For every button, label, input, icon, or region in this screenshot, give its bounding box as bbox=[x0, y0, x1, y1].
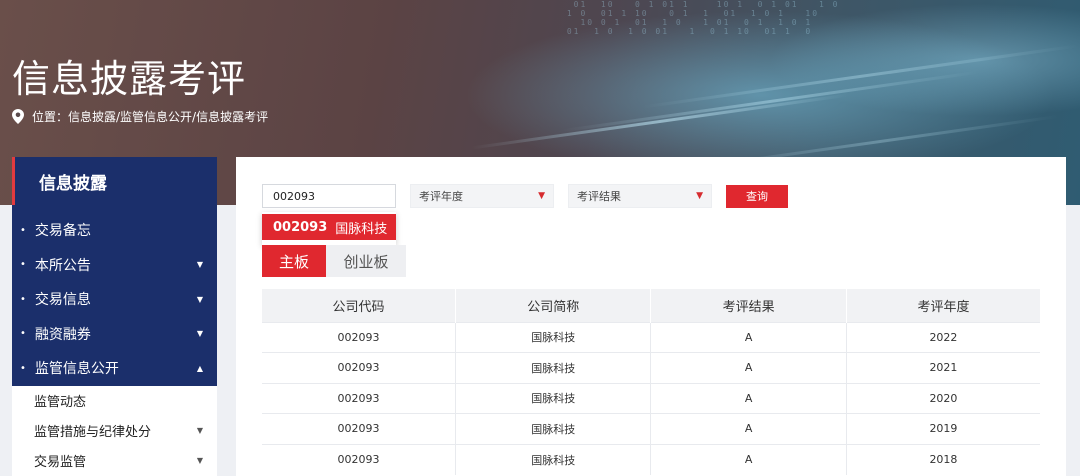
chevron-down-icon: ▼ bbox=[196, 426, 203, 435]
sidebar-item-label: 交易备忘 bbox=[34, 223, 91, 240]
table-cell: 2020 bbox=[846, 382, 1040, 414]
table-cell: A bbox=[650, 352, 847, 383]
sidebar-subitem-trading-supervision[interactable]: 交易监管 ▼ bbox=[12, 446, 217, 476]
table-cell: 国脉科技 bbox=[455, 352, 652, 383]
table-cell: 2021 bbox=[846, 352, 1040, 383]
option-code: 002093 bbox=[273, 219, 328, 235]
sidebar-subitem-regulatory-news[interactable]: 监管动态 bbox=[12, 386, 217, 416]
table-cell: A bbox=[650, 382, 847, 414]
sidebar-item-trading-info[interactable]: • 交易信息 ▼ bbox=[12, 282, 217, 317]
table-row: 002093 国脉科技 A 2019 bbox=[262, 413, 1040, 444]
table-cell: A bbox=[650, 321, 847, 353]
sidebar-item-label: 融资融券 bbox=[34, 326, 91, 343]
sidebar-item-label: 本所公告 bbox=[34, 257, 91, 274]
table-cell: 2018 bbox=[846, 443, 1040, 475]
table-row: 002093 国脉科技 A 2021 bbox=[262, 352, 1040, 383]
table-cell: 国脉科技 bbox=[455, 321, 652, 353]
table-cell: 国脉科技 bbox=[455, 443, 652, 475]
sidebar-item-trading-memo[interactable]: • 交易备忘 bbox=[12, 213, 217, 248]
sidebar-item-label: 监管信息公开 bbox=[34, 361, 119, 378]
autocomplete-dropdown: 002093 国脉科技 bbox=[262, 212, 396, 245]
breadcrumb: 位置：信息披露/监管信息公开/信息披露考评 bbox=[12, 108, 268, 125]
breadcrumb-path[interactable]: 信息披露/监管信息公开/信息披露考评 bbox=[68, 110, 268, 124]
query-button[interactable]: 查询 bbox=[726, 184, 788, 208]
chevron-down-icon: ▼ bbox=[196, 456, 203, 465]
result-select[interactable]: 考评结果 ▼ bbox=[568, 184, 712, 208]
table-header-row: 公司代码 公司简称 考评结果 考评年度 bbox=[262, 289, 1040, 322]
sidebar-item-margin-trading[interactable]: • 融资融券 ▼ bbox=[12, 317, 217, 352]
filter-bar: 002093 考评年度 ▼ 考评结果 ▼ 查询 bbox=[262, 184, 788, 208]
page-title: 信息披露考评 bbox=[12, 57, 247, 101]
location-pin-icon bbox=[12, 109, 24, 124]
table-cell: A bbox=[650, 413, 847, 444]
sidebar-menu: • 交易备忘 • 本所公告 ▼ • 交易信息 ▼ • 融资融券 ▼ • 监管信息公开 ▲ bbox=[12, 205, 217, 386]
sidebar-item-announcements[interactable]: • 本所公告 ▼ bbox=[12, 248, 217, 283]
dropdown-arrow-icon: ▼ bbox=[538, 191, 545, 201]
evaluation-table: 公司代码 公司简称 考评结果 考评年度 002093 国脉科技 A 2022 0… bbox=[262, 289, 1040, 475]
table-cell: 002093 bbox=[262, 321, 457, 353]
table-cell: 2019 bbox=[846, 413, 1040, 444]
chevron-down-icon: ▼ bbox=[196, 294, 203, 304]
chevron-down-icon: ▼ bbox=[196, 329, 203, 339]
banner-decoration: 01 10 0 1 01 1 10 1 0 1 01 1 0 1 0 01 1 … bbox=[566, 0, 840, 36]
sidebar: 信息披露 • 交易备忘 • 本所公告 ▼ • 交易信息 ▼ • 融资融券 ▼ • 监管信息… bbox=[12, 157, 217, 476]
sidebar-item-label: 交易信息 bbox=[34, 292, 91, 309]
sidebar-subitem-measures-discipline[interactable]: 监管措施与纪律处分 ▼ bbox=[12, 416, 217, 446]
table-row: 002093 国脉科技 A 2022 bbox=[262, 321, 1040, 353]
chevron-up-icon: ▲ bbox=[196, 363, 203, 373]
table-cell: 002093 bbox=[262, 382, 457, 414]
main-panel: 002093 考评年度 ▼ 考评结果 ▼ 查询 002093 国脉科技 主板 创… bbox=[236, 157, 1066, 476]
table-row: 002093 国脉科技 A 2018 bbox=[262, 443, 1040, 475]
table-cell: 002093 bbox=[262, 413, 457, 444]
autocomplete-option[interactable]: 002093 国脉科技 bbox=[262, 214, 396, 240]
table-cell: 002093 bbox=[262, 443, 457, 475]
sidebar-item-regulatory-disclosure[interactable]: • 监管信息公开 ▲ bbox=[12, 351, 217, 386]
location-label: 位置： bbox=[32, 110, 69, 124]
result-select-label: 考评结果 bbox=[577, 190, 621, 203]
column-header: 考评结果 bbox=[650, 289, 847, 322]
table-cell: A bbox=[650, 443, 847, 475]
column-header: 公司代码 bbox=[262, 289, 457, 322]
tab-main-board[interactable]: 主板 bbox=[262, 245, 326, 277]
sidebar-subitem-label: 监管动态 bbox=[34, 395, 87, 410]
tab-chinext[interactable]: 创业板 bbox=[326, 245, 406, 277]
chevron-down-icon: ▼ bbox=[196, 260, 203, 270]
table-cell: 002093 bbox=[262, 352, 457, 383]
board-tabs: 主板 创业板 bbox=[262, 245, 406, 277]
table-cell: 2022 bbox=[846, 321, 1040, 353]
company-search-input[interactable]: 002093 bbox=[262, 184, 396, 208]
sidebar-submenu: 监管动态 监管措施与纪律处分 ▼ 交易监管 ▼ bbox=[12, 385, 217, 476]
sidebar-header: 信息披露 bbox=[12, 157, 217, 205]
year-select-label: 考评年度 bbox=[419, 190, 463, 203]
column-header: 考评年度 bbox=[846, 289, 1040, 322]
sidebar-subitem-label: 交易监管 bbox=[34, 455, 87, 470]
table-cell: 国脉科技 bbox=[455, 413, 652, 444]
table-cell: 国脉科技 bbox=[455, 382, 652, 414]
dropdown-arrow-icon: ▼ bbox=[696, 191, 703, 201]
year-select[interactable]: 考评年度 ▼ bbox=[410, 184, 554, 208]
option-name: 国脉科技 bbox=[335, 221, 388, 237]
sidebar-subitem-label: 监管措施与纪律处分 bbox=[34, 425, 152, 440]
table-row: 002093 国脉科技 A 2020 bbox=[262, 382, 1040, 414]
column-header: 公司简称 bbox=[455, 289, 652, 322]
